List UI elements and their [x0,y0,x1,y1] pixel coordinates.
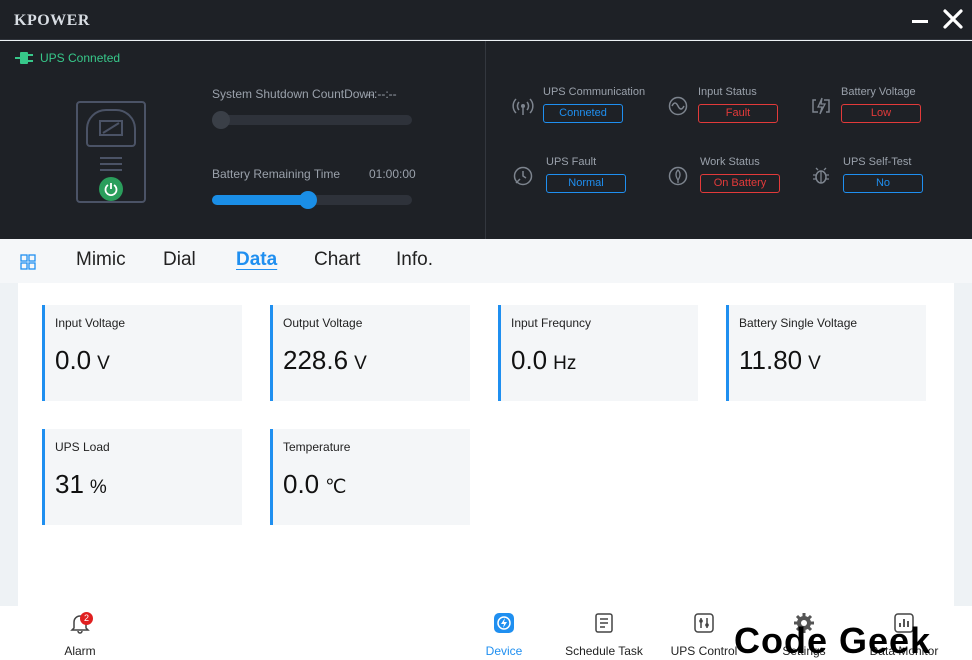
battery-time-label: Battery Remaining Time [212,167,341,181]
card-output-voltage: Output Voltage 228.6 V [270,305,470,401]
grid-icon[interactable] [20,254,36,270]
close-icon [943,9,963,29]
status-title: UPS Communication [543,86,646,98]
status-title: UPS Self-Test [843,156,912,168]
shutdown-label: System Shutdown CountDown [212,87,375,101]
nav-schedule-task[interactable]: Schedule Task [554,610,654,660]
leaf-icon [668,166,688,186]
tab-data[interactable]: Data [236,249,277,271]
status-ups-communication: UPS Communication Conneted [512,81,662,141]
status-badge: On Battery [700,174,780,193]
battery-time-slider-fill [212,195,312,205]
battery-time-value: 01:00:00 [369,167,416,181]
control-icon [694,613,714,633]
card-value: 0.0 ℃ [283,469,347,499]
card-title: Battery Single Voltage [739,316,858,330]
card-value: 31% [55,469,107,499]
ups-device-illustration [76,101,146,203]
shutdown-value: --:--:-- [366,87,397,101]
tab-chart[interactable]: Chart [314,249,360,271]
status-title: UPS Fault [546,156,597,168]
device-icon [494,613,514,633]
card-battery-single-voltage: Battery Single Voltage 11.80 V [726,305,926,401]
card-unit: ℃ [325,477,347,498]
status-battery-voltage: Battery Voltage Low [810,81,960,141]
card-ups-load: UPS Load 31% [42,429,242,525]
battery-time-slider-handle[interactable] [299,191,317,209]
nav-alarm[interactable]: 2 Alarm [30,610,130,660]
card-title: Output Voltage [283,316,363,330]
tab-info[interactable]: Info. [396,249,433,271]
status-badge: Fault [698,104,778,123]
battery-time-slider[interactable] [212,191,412,209]
nav-device[interactable]: Device [454,610,554,660]
card-input-voltage: Input Voltage 0.0 V [42,305,242,401]
status-badge: No [843,174,923,193]
alarm-count-badge: 2 [80,612,93,625]
status-title: Input Status [698,86,757,98]
schedule-icon [595,613,613,633]
connection-status: UPS Conneted [14,51,120,65]
app-brand: KPOWER [14,12,90,29]
status-ups-self-test: UPS Self-Test No [810,151,960,211]
minimize-button[interactable] [910,10,930,30]
close-button[interactable] [942,8,964,30]
ups-screen [86,109,136,147]
signal-icon [512,98,534,115]
card-unit: V [808,353,821,374]
card-value: 0.0 Hz [511,345,577,375]
sine-wave-icon [668,96,688,116]
shutdown-slider[interactable] [212,111,412,129]
status-title: Battery Voltage [841,86,916,98]
card-title: Input Frequncy [511,316,592,330]
connection-text: UPS Conneted [40,51,121,65]
card-unit: Hz [553,353,577,374]
card-temperature: Temperature 0.0 ℃ [270,429,470,525]
status-work-status: Work Status On Battery [667,151,817,211]
battery-charge-icon [812,97,830,115]
data-panel: Input Voltage 0.0 V Output Voltage 228.6 V… [18,283,954,606]
view-tabs: Mimic Dial Data Chart Info. [0,239,972,283]
card-value: 228.6 V [283,345,367,375]
status-badge: Normal [546,174,626,193]
power-icon [99,177,123,201]
card-input-frequency: Input Frequncy 0.0 Hz [498,305,698,401]
bug-icon [813,167,829,184]
status-ups-fault: UPS Fault Normal [512,151,662,211]
title-bar: KPOWER [0,0,972,40]
status-badge: Conneted [543,104,623,123]
shutdown-slider-handle[interactable] [212,111,230,129]
ups-overview: UPS Conneted System Shutdown CountDown -… [0,41,486,239]
status-title: Work Status [700,156,760,168]
card-title: UPS Load [55,440,110,454]
card-unit: V [354,353,367,374]
card-value: 11.80 V [739,345,821,375]
clock-fault-icon [513,166,533,186]
status-panel: UPS Conneted System Shutdown CountDown -… [0,41,972,239]
card-title: Temperature [283,440,351,454]
watermark: Code Geek [734,620,932,660]
card-unit: V [97,353,110,374]
card-unit: % [89,477,107,498]
card-value: 0.0 V [55,345,110,375]
status-badge: Low [841,104,921,123]
nav-label: Device [485,644,523,658]
nav-label: Alarm [64,644,96,658]
plug-icon [15,52,33,64]
card-title: Input Voltage [55,316,126,330]
tab-dial[interactable]: Dial [163,249,196,271]
status-input-status: Input Status Fault [667,81,817,141]
tab-mimic[interactable]: Mimic [76,249,126,271]
nav-label: Schedule Task [565,644,643,658]
